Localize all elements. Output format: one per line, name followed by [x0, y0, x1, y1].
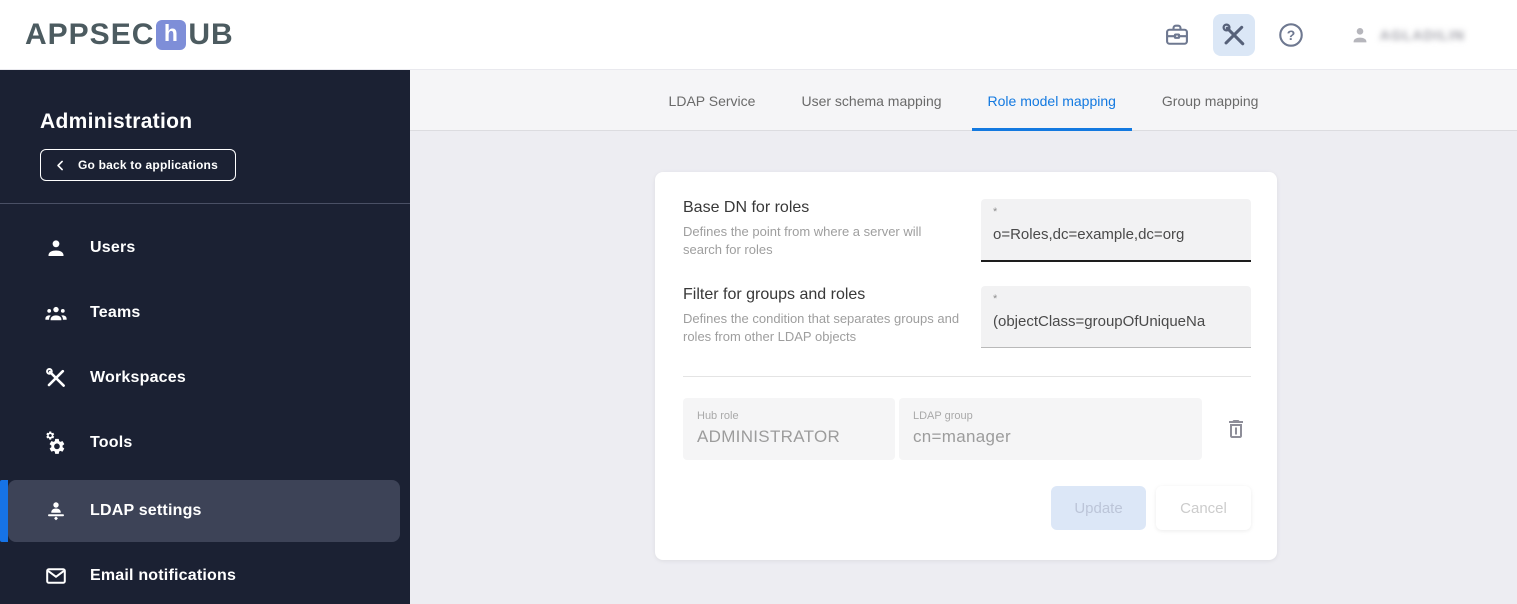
field-label: Filter for groups and roles	[683, 286, 866, 303]
tab-user-schema-mapping[interactable]: User schema mapping	[785, 70, 957, 131]
user-name: AGLADILIN	[1379, 26, 1465, 43]
base-dn-field-row: Base DN for roles Defines the point from…	[683, 199, 1251, 262]
sidebar-item-label: Workspaces	[90, 369, 186, 386]
update-button[interactable]: Update	[1051, 486, 1146, 530]
required-marker: *	[993, 206, 998, 218]
logo-text-left: APPSEC	[25, 17, 155, 51]
filter-field-row: Filter for groups and roles Defines the …	[683, 286, 1251, 348]
filter-input-wrapper: *	[981, 286, 1251, 348]
sidebar-item-email-notifications[interactable]: Email notifications	[8, 548, 400, 604]
sidebar-nav: Users Teams Workspaces Tools LDAP settin…	[0, 220, 410, 604]
topbar: APPSEC h UB ? AGLADILIN	[0, 0, 1517, 70]
sidebar-item-label: Email notifications	[90, 567, 237, 584]
user-menu[interactable]: AGLADILIN	[1349, 24, 1465, 46]
briefcase-icon	[1163, 21, 1191, 49]
sidebar-divider	[0, 203, 410, 204]
mail-icon	[44, 564, 68, 588]
base-dn-label-block: Base DN for roles Defines the point from…	[683, 199, 961, 262]
form-actions: Update Cancel	[683, 486, 1251, 530]
hub-role-field: Hub role ADMINISTRATOR	[683, 398, 895, 460]
admin-tools-button[interactable]	[1212, 13, 1255, 56]
sidebar-item-teams[interactable]: Teams	[8, 285, 400, 341]
card-divider	[683, 376, 1251, 377]
group-icon	[44, 301, 68, 325]
user-avatar-icon	[1349, 24, 1371, 46]
filter-input[interactable]	[993, 313, 1239, 330]
ldap-person-icon	[44, 499, 68, 523]
trash-icon	[1224, 417, 1248, 441]
sidebar-item-tools[interactable]: Tools	[8, 415, 400, 471]
svg-text:?: ?	[1287, 26, 1296, 42]
appsechub-logo: APPSEC h UB	[25, 18, 234, 52]
role-model-mapping-card: Base DN for roles Defines the point from…	[655, 172, 1277, 560]
logo-h-tile: h	[156, 19, 187, 50]
go-back-to-applications-button[interactable]: Go back to applications	[40, 149, 236, 181]
admin-sidebar: Administration Go back to applications U…	[0, 70, 410, 604]
sidebar-item-label: Tools	[90, 434, 133, 451]
tab-group-mapping[interactable]: Group mapping	[1146, 70, 1275, 131]
sidebar-item-workspaces[interactable]: Workspaces	[8, 350, 400, 406]
app-window: APPSEC h UB ? AGLADILIN Administration G…	[0, 0, 1517, 604]
hub-role-value: ADMINISTRATOR	[697, 427, 841, 446]
tab-ldap-service[interactable]: LDAP Service	[653, 70, 772, 131]
base-dn-input[interactable]	[993, 226, 1239, 243]
sidebar-title: Administration	[40, 110, 193, 133]
sidebar-item-label: Users	[90, 239, 136, 256]
chevron-left-icon	[54, 159, 67, 172]
construction-icon	[44, 366, 68, 390]
ldap-settings-tabs: LDAP Service User schema mapping Role mo…	[410, 70, 1517, 131]
help-button[interactable]: ?	[1270, 14, 1312, 56]
ldap-group-label: LDAP group	[913, 410, 973, 422]
field-description: Defines the condition that separates gro…	[683, 311, 960, 345]
briefcase-button[interactable]	[1156, 14, 1198, 56]
delete-mapping-button[interactable]	[1222, 415, 1250, 443]
ldap-group-field: LDAP group cn=manager	[899, 398, 1202, 460]
tab-role-model-mapping[interactable]: Role model mapping	[971, 70, 1132, 131]
filter-label-block: Filter for groups and roles Defines the …	[683, 286, 961, 348]
sidebar-item-users[interactable]: Users	[8, 220, 400, 276]
sidebar-item-label: LDAP settings	[90, 502, 202, 519]
sidebar-item-label: Teams	[90, 304, 141, 321]
required-marker: *	[993, 293, 998, 305]
help-icon: ?	[1277, 21, 1305, 49]
logo-text-right: UB	[188, 17, 234, 51]
tools-icon	[1220, 21, 1248, 49]
ldap-group-value: cn=manager	[913, 427, 1011, 446]
cancel-button[interactable]: Cancel	[1156, 486, 1251, 530]
person-icon	[44, 236, 68, 260]
gears-icon	[44, 431, 68, 455]
field-description: Defines the point from where a server wi…	[683, 224, 922, 258]
hub-role-label: Hub role	[697, 410, 739, 422]
base-dn-input-wrapper: *	[981, 199, 1251, 262]
main-content: Base DN for roles Defines the point from…	[410, 131, 1517, 604]
topbar-actions: ? AGLADILIN	[1156, 13, 1465, 56]
role-mapping-row: Hub role ADMINISTRATOR LDAP group cn=man…	[683, 398, 1251, 460]
go-back-label: Go back to applications	[78, 158, 218, 172]
sidebar-item-ldap-settings[interactable]: LDAP settings	[0, 480, 400, 542]
logo-tile-letter: h	[163, 20, 179, 46]
field-label: Base DN for roles	[683, 199, 810, 216]
